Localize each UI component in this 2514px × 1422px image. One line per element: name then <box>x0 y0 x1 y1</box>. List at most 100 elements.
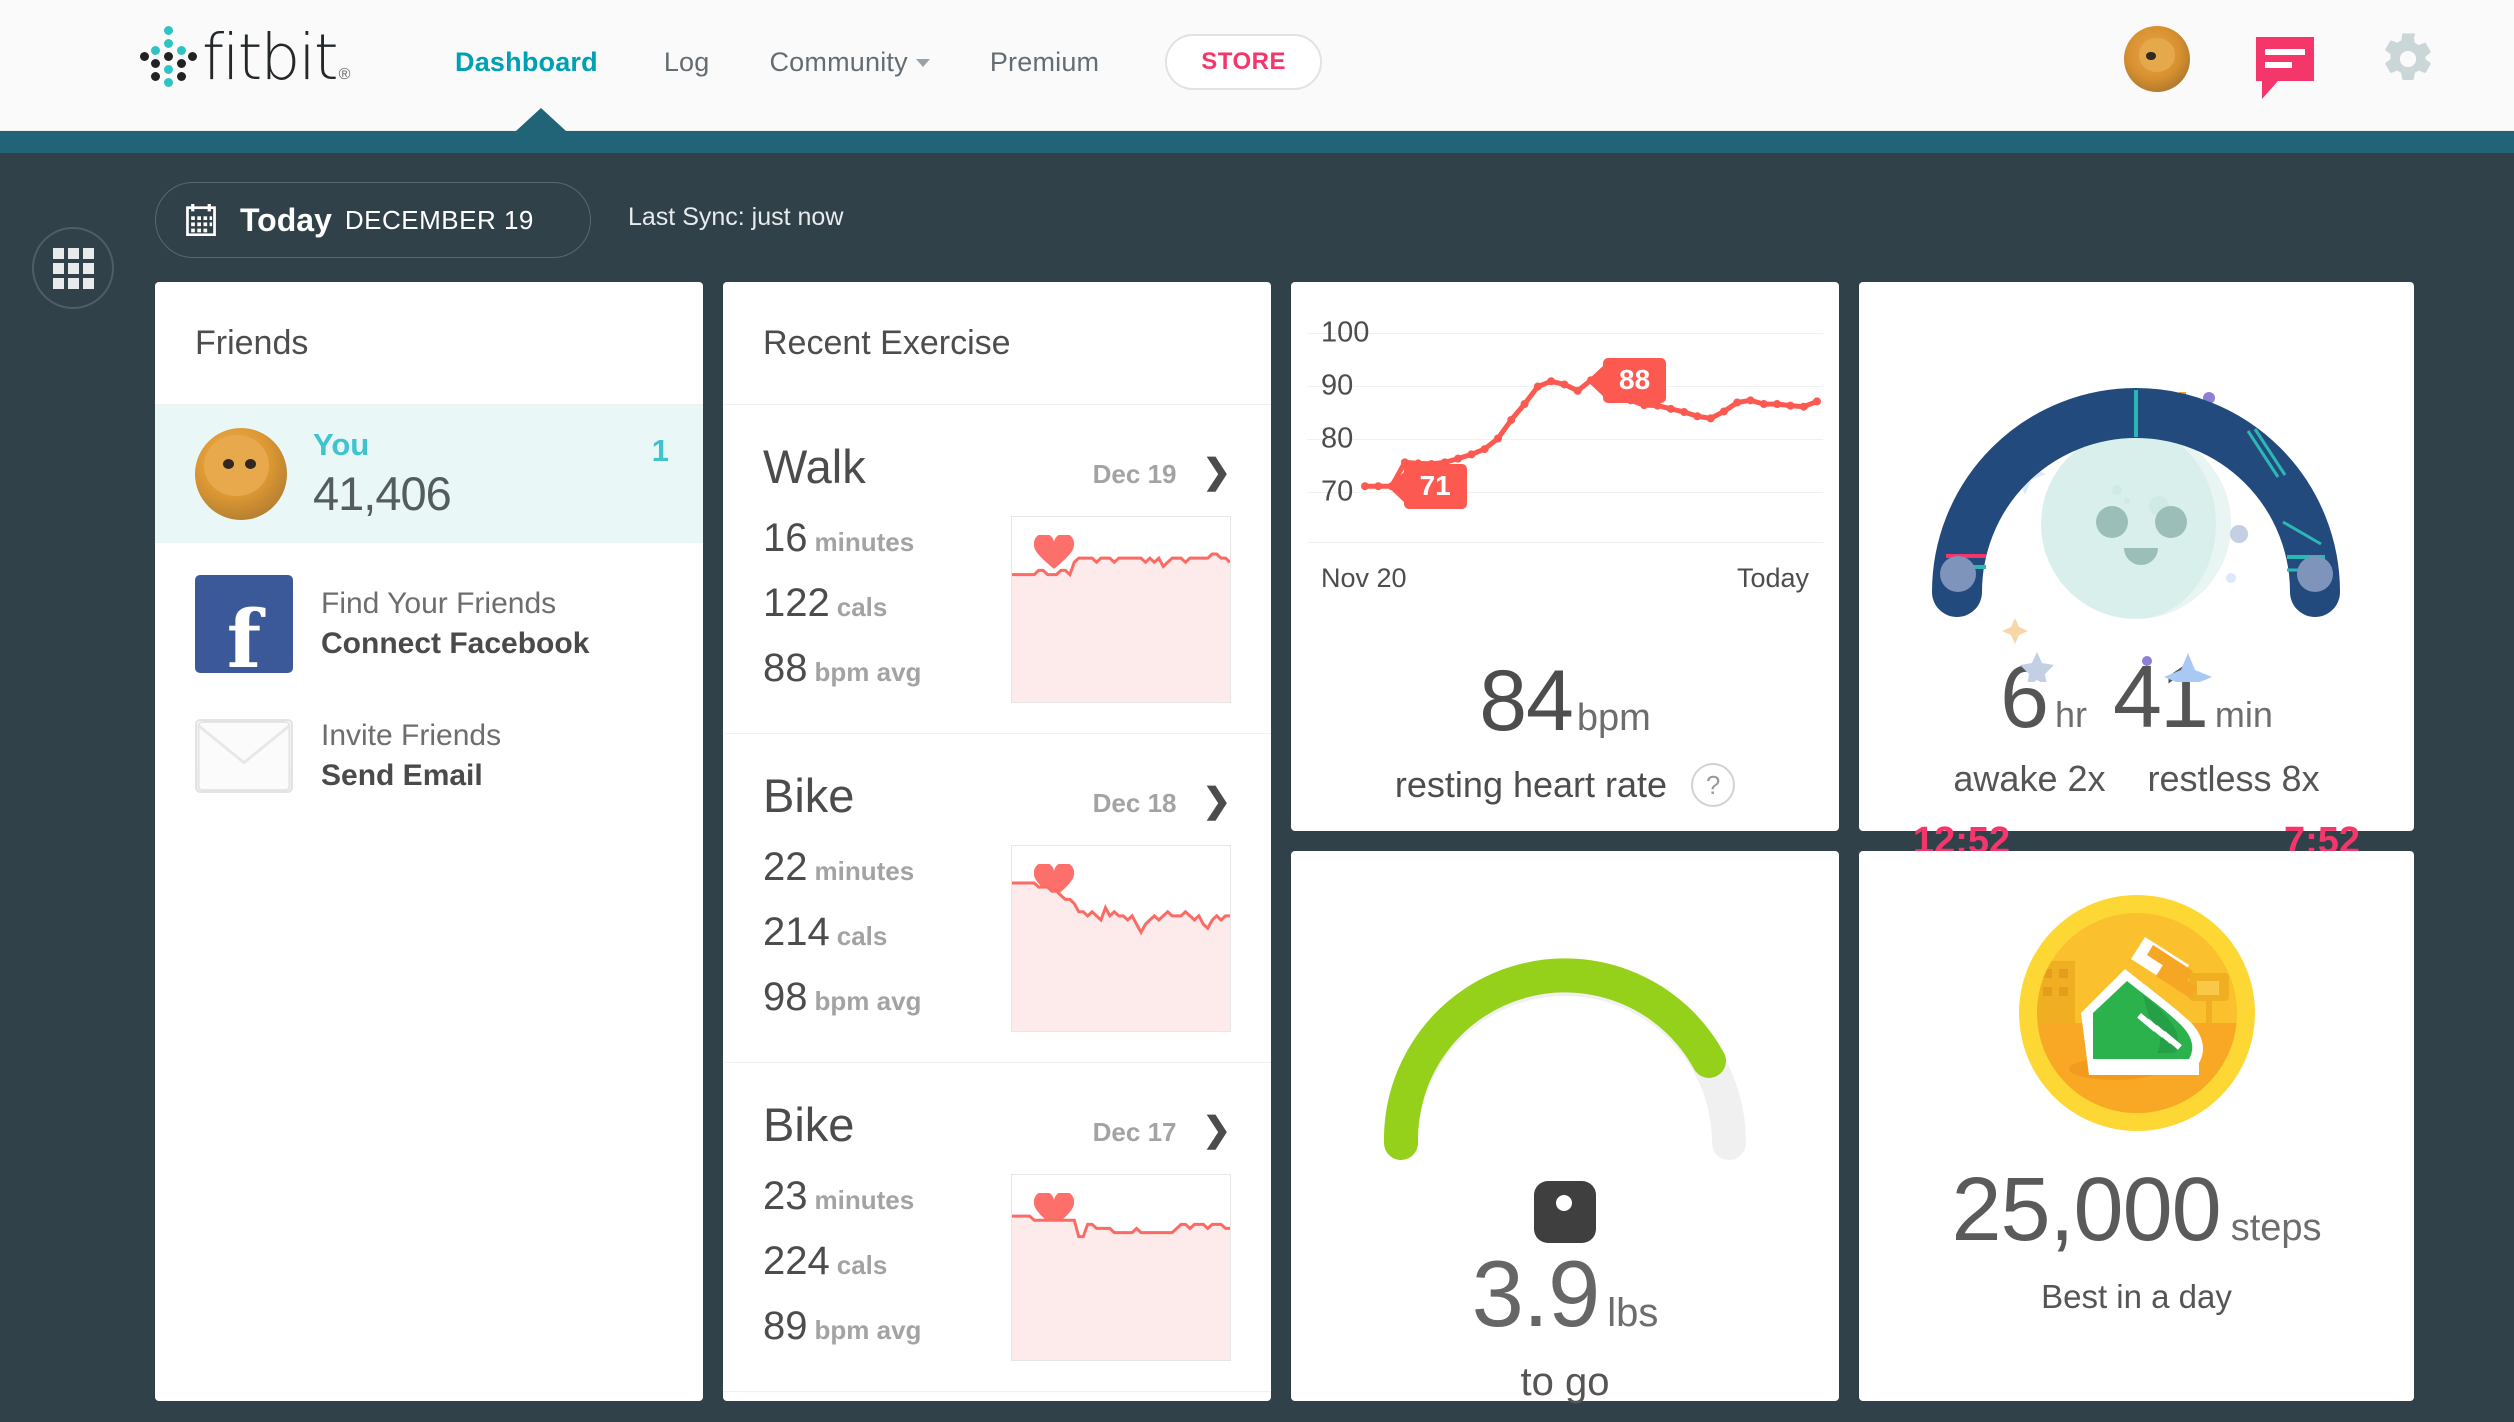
weight-remaining-group: 3.9 lbs <box>1291 1240 1839 1348</box>
last-sync-status: Last Sync: just now <box>628 203 844 231</box>
badge-value-group: 25,000 steps <box>1859 1159 2414 1262</box>
active-tab-indicator <box>516 108 566 131</box>
fitbit-wordmark: fitbit <box>202 21 339 95</box>
nav-item-dashboard[interactable]: Dashboard <box>455 47 598 78</box>
exercise-item[interactable]: Walk Dec 19 ❯ 16 minutes 122 cals 88 bpm av… <box>723 405 1271 734</box>
exercise-cals-value: 122 <box>763 581 830 625</box>
exercise-name: Bike <box>763 769 855 822</box>
exercise-date: Dec 17 <box>1092 1117 1177 1147</box>
exercise-minutes-unit: minutes <box>814 527 915 557</box>
friends-card: Friends You 41,406 1 Find Your Friends C… <box>155 282 703 1401</box>
avatar <box>195 428 287 520</box>
primary-nav-links: Dashboard Log Community Premium STORE <box>455 34 1322 90</box>
nav-icon-group <box>2124 26 2436 99</box>
friend-step-count: 41,406 <box>313 467 452 520</box>
invite-friends-action[interactable]: Invite Friends Send Email <box>155 705 703 807</box>
exercise-bpm-value: 98 <box>763 975 808 1019</box>
sleep-awake-count: awake 2x <box>1953 758 2106 799</box>
exercise-minutes-unit: minutes <box>814 856 915 886</box>
exercise-minutes-unit: minutes <box>814 1185 915 1215</box>
weight-remaining-unit: lbs <box>1607 1291 1659 1335</box>
exercise-hr-sparkline <box>1011 516 1231 703</box>
exercise-minutes-value: 16 <box>763 516 808 560</box>
action-title: Connect Facebook <box>321 627 590 660</box>
action-title: Send Email <box>321 759 483 792</box>
exercise-bpm-value: 88 <box>763 646 808 690</box>
sleep-restless-count: restless 8x <box>2147 758 2320 799</box>
sleep-card: 12:52 7:52 6 hr 41 min awake 2x restless… <box>1859 282 2414 862</box>
nav-item-community-label: Community <box>769 46 908 77</box>
resting-heart-rate-value-group: 84 bpm <box>1291 652 1839 751</box>
friends-card-title: Friends <box>155 282 703 405</box>
registered-mark: ® <box>338 66 351 83</box>
chevron-right-icon[interactable]: ❯ <box>1203 781 1232 821</box>
chart-start-annotation: 71 <box>1403 464 1467 510</box>
friend-rank: 1 <box>651 433 669 468</box>
exercise-date: Dec 19 <box>1092 459 1177 489</box>
exercise-hr-sparkline <box>1011 1174 1231 1361</box>
weight-progress-arc <box>1383 958 1746 1160</box>
nav-item-log[interactable]: Log <box>664 47 710 78</box>
resting-heart-rate-value: 84 <box>1479 653 1574 749</box>
exercise-stats: 22 minutes 214 cals 98 bpm avg <box>763 845 1011 1032</box>
exercise-item[interactable]: Bike Dec 18 ❯ 22 minutes 214 cals 98 bpm av… <box>723 734 1271 1063</box>
store-button[interactable]: STORE <box>1165 34 1322 90</box>
date-today-label: Today <box>240 201 332 238</box>
gear-icon[interactable] <box>2380 31 2436 87</box>
exercise-list: Walk Dec 19 ❯ 16 minutes 122 cals 88 bpm av… <box>723 405 1271 1392</box>
exercise-name: Bike <box>763 1098 855 1151</box>
x-axis-start-label: Nov 20 <box>1321 563 1407 593</box>
nav-item-community[interactable]: Community <box>769 46 930 78</box>
exercise-minutes-value: 22 <box>763 845 808 889</box>
message-icon[interactable] <box>2256 37 2314 99</box>
exercise-bpm-unit: bpm avg <box>814 1315 922 1345</box>
chevron-right-icon[interactable]: ❯ <box>1203 1110 1232 1150</box>
x-axis-end-label: Today <box>1736 563 1809 593</box>
sleep-minutes-unit: min <box>2214 694 2273 735</box>
calendar-icon <box>186 204 216 236</box>
sleep-arc-graphic: 12:52 7:52 <box>1859 282 2414 862</box>
heart-rate-chart[interactable]: 70 80 90 100 71 88 <box>1307 282 1823 544</box>
exercise-cals-value: 224 <box>763 1239 830 1283</box>
exercise-date: Dec 18 <box>1092 788 1177 818</box>
resting-heart-rate-caption: resting heart rate <box>1394 764 1668 805</box>
exercise-cals-unit: cals <box>836 921 888 951</box>
fitbit-logo[interactable]: fitbit ® <box>140 21 351 95</box>
action-subtitle: Find Your Friends <box>321 587 557 620</box>
sleep-quality-summary: awake 2x restless 8x <box>1859 758 2414 800</box>
nav-item-premium[interactable]: Premium <box>990 47 1099 78</box>
exercise-minutes-value: 23 <box>763 1174 808 1218</box>
date-selector[interactable]: Today DECEMBER 19 <box>155 182 591 258</box>
facebook-icon <box>195 575 293 679</box>
question-mark-icon[interactable]: ? <box>1691 763 1736 807</box>
exercise-stats: 23 minutes 224 cals 89 bpm avg <box>763 1174 1011 1361</box>
avatar[interactable] <box>2124 26 2190 92</box>
exercise-bpm-value: 89 <box>763 1304 808 1348</box>
weight-goal-card: 3.9 lbs to go <box>1291 851 1839 1404</box>
fitbit-dots-mark <box>140 26 197 88</box>
exercise-item[interactable]: Bike Dec 17 ❯ 23 minutes 224 cals 89 bpm av… <box>723 1063 1271 1392</box>
badge-card: 25,000 steps Best in a day <box>1859 851 2414 1401</box>
badge-value: 25,000 <box>1951 1160 2221 1260</box>
chevron-down-icon <box>915 59 930 68</box>
exercise-stats: 16 minutes 122 cals 88 bpm avg <box>763 516 1011 703</box>
exercise-bpm-unit: bpm avg <box>814 986 922 1016</box>
nav-accent-strip <box>0 131 2514 153</box>
weight-caption: to go <box>1520 1360 1610 1404</box>
exercise-card-title: Recent Exercise <box>723 282 1271 405</box>
friend-name: You <box>313 427 370 462</box>
chart-end-annotation: 88 <box>1603 358 1667 404</box>
friend-row-you[interactable]: You 41,406 1 <box>155 405 703 543</box>
weight-remaining-value: 3.9 <box>1471 1241 1601 1346</box>
heart-rate-card: 70 80 90 100 71 88 Nov 20 Today 84 bpm resting… <box>1291 282 1839 831</box>
exercise-cals-unit: cals <box>836 592 888 622</box>
exercise-cals-value: 214 <box>763 910 830 954</box>
resting-heart-rate-caption-group: resting heart rate ? <box>1291 763 1839 807</box>
heart-rate-line <box>1361 376 1821 491</box>
badge-caption: Best in a day <box>2041 1278 2232 1315</box>
chevron-right-icon[interactable]: ❯ <box>1203 452 1232 492</box>
resting-heart-rate-unit: bpm <box>1576 697 1651 739</box>
connect-facebook-action[interactable]: Find Your Friends Connect Facebook <box>155 561 703 687</box>
date-full-label: DECEMBER 19 <box>344 204 534 235</box>
app-grid-button[interactable] <box>32 227 114 309</box>
